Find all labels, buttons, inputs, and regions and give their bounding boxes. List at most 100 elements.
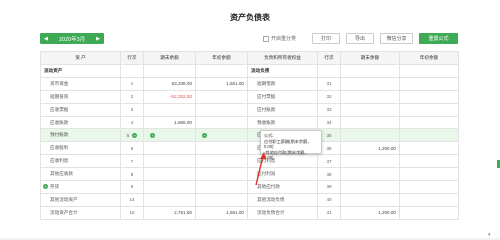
table-cell-r-begin[interactable] [399, 115, 459, 130]
table-cell-r-end[interactable] [340, 154, 400, 169]
cell-text: 应收票据 [50, 106, 69, 112]
wechat-share-button[interactable]: 微信分享 [380, 33, 413, 44]
table-cell-l-line [120, 64, 144, 78]
table-cell-l-begin[interactable] [195, 141, 248, 156]
cell-text: 2,751.00 [174, 210, 192, 216]
table-cell-r-end[interactable] [340, 115, 400, 130]
table-cell-l-line: 7 [120, 154, 144, 169]
table-cell-r-begin[interactable] [399, 76, 459, 91]
table-cell-r-begin[interactable] [399, 64, 459, 78]
table-row[interactable]: 货币资金 1 53,338.00 1,551.00 短期借款 31 [40, 76, 459, 91]
reset-formula-button[interactable]: 重置公式 [419, 33, 458, 44]
table-cell-l-name: 流动资产合计 [40, 205, 121, 220]
table-cell-r-name: 流动负债 [247, 64, 318, 78]
table-row[interactable]: 应收票据 3 应付账款 33 [40, 102, 459, 117]
triangle-left-icon[interactable]: ◀ [44, 36, 48, 42]
table-row[interactable]: 预付账款5+++应付职工薪酬35 [40, 128, 459, 143]
add-formula-icon[interactable]: + [202, 133, 207, 139]
table-cell-r-begin[interactable] [399, 141, 459, 156]
table-row[interactable]: 流动资产合计 15 2,751.00 1,551.00 流动负债合计 41 1,200.00 [40, 205, 459, 220]
table-cell-r-end[interactable] [340, 76, 400, 91]
table-cell-l-end[interactable] [143, 192, 196, 207]
table-cell-r-begin[interactable] [399, 128, 459, 143]
table-cell-r-end[interactable] [340, 89, 400, 104]
table-cell-l-begin[interactable] [195, 89, 248, 104]
table-cell-l-begin[interactable] [195, 64, 248, 78]
table-cell-l-begin[interactable]: 1,551.00 [195, 205, 248, 220]
table-cell-r-begin[interactable] [399, 89, 459, 104]
table-cell-r-end[interactable]: 1,200.00 [340, 141, 400, 156]
table-cell-r-end[interactable] [340, 102, 400, 117]
print-button[interactable]: 打印 [312, 33, 340, 44]
cell-text: 39 [326, 184, 332, 190]
table-cell-r-begin[interactable] [399, 192, 459, 207]
period-selector[interactable]: ◀ 2020年3月 ▶ [40, 33, 104, 44]
table-cell-l-end[interactable]: + [143, 128, 196, 143]
table-cell-l-end[interactable] [143, 154, 196, 169]
table-cell-l-begin[interactable] [195, 102, 248, 117]
add-formula-icon[interactable]: + [132, 133, 138, 139]
table-cell-l-begin[interactable] [195, 115, 248, 130]
scroll-down-icon[interactable]: ▾ [488, 232, 494, 238]
table-cell-r-end[interactable] [340, 167, 400, 182]
reclassify-checkbox[interactable]: 开启重分类 [263, 35, 296, 42]
table-row[interactable]: 应收账款 4 1,665.00 预收账款 34 [40, 115, 459, 130]
export-button[interactable]: 导出 [346, 33, 374, 44]
table-row[interactable]: + 存货 9 其他应付款 39 [40, 180, 459, 194]
table-row[interactable]: 其他应收款 8 应付利润 38 [40, 167, 459, 182]
table-cell-r-end[interactable] [340, 128, 400, 143]
table-cell-r-begin[interactable] [399, 167, 459, 182]
table-cell-r-line: 41 [317, 205, 341, 220]
table-row[interactable]: 应收股利6应交税费361,200.00 [40, 141, 459, 156]
table-cell-l-name: + 存货 [40, 180, 121, 194]
triangle-right-icon[interactable]: ▶ [96, 36, 100, 42]
table-row[interactable]: 其他流动资产 14 其他流动负债 40 [40, 192, 459, 207]
table-cell-r-end[interactable] [340, 180, 400, 194]
cell-text: 流动负债 [251, 67, 270, 73]
checkbox-box[interactable] [263, 35, 269, 42]
table-cell-r-line: 38 [317, 167, 341, 182]
cell-text: -52,252.00 [170, 94, 192, 100]
table-cell-r-line: 33 [317, 102, 341, 117]
table-cell-r-end[interactable]: 1,200.00 [340, 205, 400, 220]
tooltip-line: 应付职工薪酬(期末余额，0.00) [264, 138, 312, 150]
table-cell-l-end[interactable]: -52,252.00 [143, 89, 196, 104]
column-header: 年初余额 [399, 51, 459, 65]
table-cell-r-end[interactable] [340, 192, 400, 207]
table-cell-l-begin[interactable] [195, 192, 248, 207]
table-row[interactable]: 流动资产 流动负债 [40, 64, 459, 78]
cell-text: 应收利息 [50, 158, 69, 164]
table-cell-l-name: 应收股利 [40, 141, 121, 156]
table-cell-l-begin[interactable] [195, 180, 248, 194]
table-cell-l-line: 1 [120, 76, 144, 91]
table-cell-r-line: 31 [317, 76, 341, 91]
table-cell-l-end[interactable] [143, 167, 196, 182]
table-cell-l-name: 应收账款 [40, 115, 121, 130]
cell-text: 预收账款 [257, 119, 276, 125]
table-cell-l-end[interactable]: 1,665.00 [143, 115, 196, 130]
table-cell-l-begin[interactable] [195, 167, 248, 182]
cell-text: 其他流动资产 [50, 196, 78, 202]
table-cell-l-end[interactable]: 2,751.00 [143, 205, 196, 220]
table-row[interactable]: 应收利息 7 应付利息 37 [40, 154, 459, 169]
table-cell-l-name: 预付账款 [40, 128, 121, 143]
table-cell-r-end[interactable] [340, 64, 400, 78]
table-row[interactable]: 短期投资 2 -52,252.00 应付票据 32 [40, 89, 459, 104]
cell-text: 存货 [50, 183, 60, 189]
table-cell-l-begin[interactable]: 1,551.00 [195, 76, 248, 91]
table-cell-r-begin[interactable] [399, 180, 459, 194]
cell-text: 2 [130, 94, 134, 100]
add-formula-icon[interactable]: + [150, 133, 155, 139]
table-cell-r-begin[interactable] [399, 154, 459, 169]
table-cell-l-end[interactable] [143, 141, 196, 156]
cell-text: 40 [326, 197, 332, 203]
table-cell-r-begin[interactable] [399, 102, 459, 117]
table-cell-l-end[interactable] [143, 64, 196, 78]
table-cell-l-end[interactable] [143, 180, 196, 194]
table-cell-l-begin[interactable]: + [195, 128, 248, 143]
table-cell-l-begin[interactable] [195, 154, 248, 169]
table-cell-l-end[interactable]: 53,338.00 [143, 76, 196, 91]
table-cell-r-begin[interactable] [399, 205, 459, 220]
table-cell-l-end[interactable] [143, 102, 196, 117]
add-formula-icon[interactable]: + [43, 184, 48, 190]
